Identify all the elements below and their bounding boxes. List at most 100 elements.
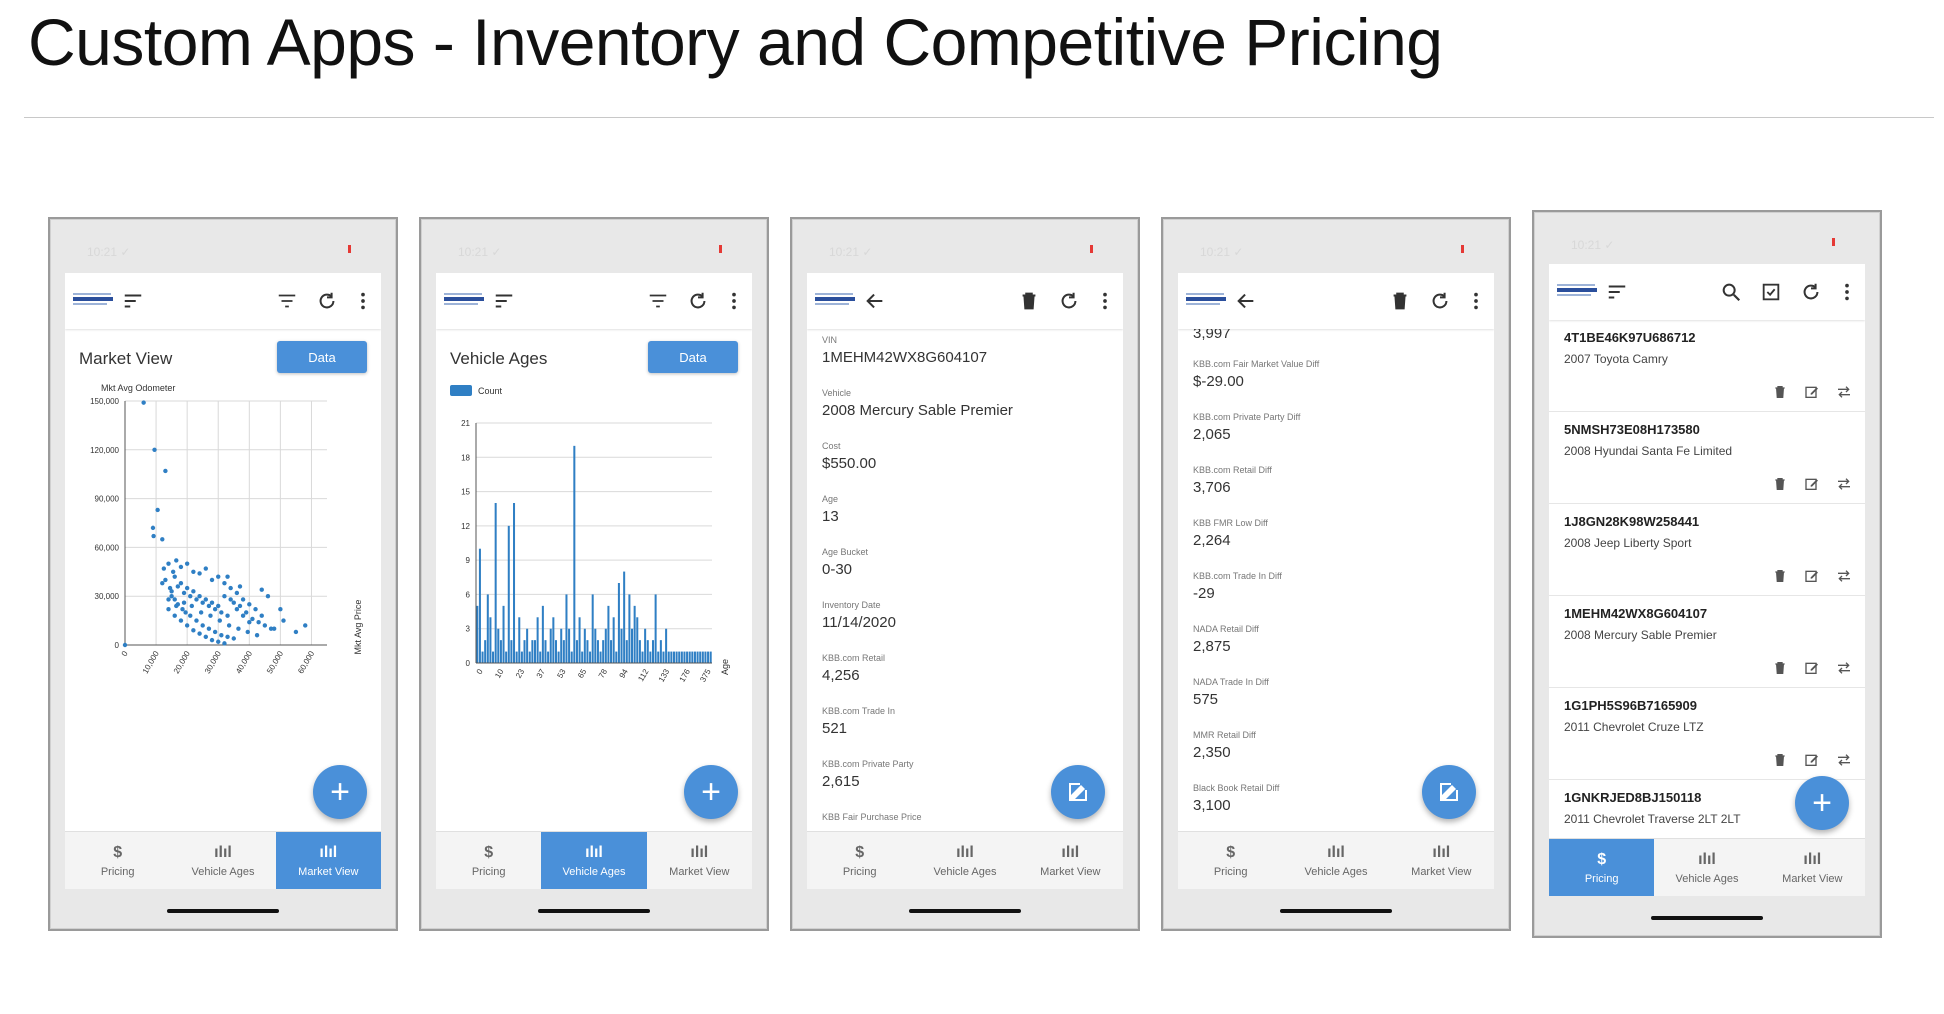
edit-icon[interactable] (1803, 383, 1821, 401)
more-icon[interactable] (1835, 280, 1859, 304)
top-partial-value: 3,997 (1193, 329, 1231, 342)
add-fab[interactable]: + (684, 765, 738, 819)
nav-market-view[interactable]: ılıl Market View (1018, 832, 1123, 889)
refresh-icon[interactable] (686, 289, 710, 313)
swap-icon[interactable] (1835, 567, 1853, 585)
list-item[interactable]: 4T1BE46K97U686712 2007 Toyota Camry (1549, 320, 1865, 412)
vin: 1J8GN28K98W258441 (1564, 514, 1700, 529)
bar (565, 594, 568, 663)
filter-icon[interactable] (275, 289, 299, 313)
nav-market-view[interactable]: ılıl Market View (1389, 832, 1494, 889)
list-item[interactable]: 1MEHM42WX8G604107 2008 Mercury Sable Prem… (1549, 596, 1865, 688)
delete-icon[interactable] (1771, 383, 1789, 401)
x-tick-label: 40,000 (234, 649, 254, 675)
refresh-icon[interactable] (1799, 280, 1823, 304)
nav-pricing[interactable]: $ Pricing (1178, 832, 1283, 889)
scatter-point (197, 571, 202, 576)
data-button[interactable]: Data (648, 341, 738, 373)
nav-vehicle-ages[interactable]: ılıl Vehicle Ages (912, 832, 1017, 889)
list-item[interactable]: 5NMSH73E08H173580 2008 Hyundai Santa Fe L… (1549, 412, 1865, 504)
bar (612, 617, 615, 663)
bar (654, 594, 657, 663)
nav-vehicle-ages[interactable]: ılıl Vehicle Ages (170, 832, 275, 889)
delete-icon[interactable] (1771, 659, 1789, 677)
refresh-icon[interactable] (1057, 289, 1081, 313)
scatter-point (178, 580, 184, 586)
more-icon[interactable] (722, 289, 746, 313)
edit-fab[interactable] (1051, 765, 1105, 819)
bar (680, 651, 683, 663)
field-label: KBB.com Retail Diff (1193, 465, 1272, 475)
field-label: KBB FMR Low Diff (1193, 518, 1268, 528)
nav-vehicle-ages[interactable]: ılıl Vehicle Ages (541, 832, 647, 889)
bar (520, 651, 523, 663)
bar (686, 651, 689, 663)
swap-icon[interactable] (1835, 751, 1853, 769)
bar (502, 605, 505, 663)
sort-icon[interactable] (121, 289, 145, 313)
edit-icon[interactable] (1803, 475, 1821, 493)
battery-icon (348, 245, 351, 253)
add-fab[interactable]: + (313, 765, 367, 819)
back-arrow-icon[interactable] (1234, 289, 1258, 313)
nav-vehicle-ages[interactable]: ılıl Vehicle Ages (1283, 832, 1388, 889)
edit-icon[interactable] (1803, 659, 1821, 677)
content: 3,997 KBB.com Fair Market Value Diff $-29… (1178, 329, 1494, 831)
scatter-point (203, 566, 208, 571)
y-tick-label: 0 (115, 641, 120, 650)
delete-icon[interactable] (1771, 751, 1789, 769)
nav-market-view[interactable]: ılıl Market View (647, 832, 752, 889)
back-arrow-icon[interactable] (863, 289, 887, 313)
swap-icon[interactable] (1835, 383, 1853, 401)
screen: 3,997 KBB.com Fair Market Value Diff $-29… (1178, 273, 1494, 889)
edit-icon (1069, 783, 1087, 801)
bar (696, 651, 699, 663)
edit-icon[interactable] (1803, 751, 1821, 769)
sort-icon[interactable] (1605, 280, 1629, 304)
swap-icon[interactable] (1835, 475, 1853, 493)
detail-field: Age 13 (822, 494, 1113, 547)
sort-icon[interactable] (492, 289, 516, 313)
refresh-icon[interactable] (1428, 289, 1452, 313)
checkbox-icon[interactable] (1759, 280, 1783, 304)
scatter-point (234, 590, 240, 596)
list-item[interactable]: 1G1PH5S96B7165909 2011 Chevrolet Cruze LT… (1549, 688, 1865, 780)
scatter-point (174, 558, 179, 563)
bar (484, 640, 487, 663)
scatter-point (259, 587, 264, 592)
nav-label: Vehicle Ages (1675, 872, 1739, 885)
swap-icon[interactable] (1835, 659, 1853, 677)
edit-icon[interactable] (1803, 567, 1821, 585)
dollar-icon: $ (1597, 850, 1607, 868)
delete-icon[interactable] (1388, 289, 1412, 313)
list-item[interactable]: 1J8GN28K98W258441 2008 Jeep Liberty Sport (1549, 504, 1865, 596)
delete-icon[interactable] (1771, 567, 1789, 585)
delete-icon[interactable] (1771, 475, 1789, 493)
nav-pricing[interactable]: $ Pricing (65, 832, 170, 889)
scatter-point (188, 613, 193, 618)
refresh-icon[interactable] (315, 289, 339, 313)
nav-market-view[interactable]: ılıl Market View (1760, 839, 1865, 896)
scatter-point (216, 574, 221, 579)
scatter-point (212, 629, 218, 635)
field-value: 521 (822, 720, 848, 737)
nav-market-view[interactable]: ılıl Market View (275, 832, 381, 889)
search-icon[interactable] (1719, 280, 1743, 304)
nav-pricing[interactable]: $ Pricing (807, 832, 912, 889)
more-icon[interactable] (1464, 289, 1488, 313)
scatter-point (184, 585, 190, 591)
delete-icon[interactable] (1017, 289, 1041, 313)
nav-pricing[interactable]: $ Pricing (436, 832, 541, 889)
bar (620, 628, 623, 663)
field-label: KBB.com Retail (822, 653, 886, 663)
nav-pricing[interactable]: $ Pricing (1549, 839, 1655, 896)
data-button[interactable]: Data (277, 341, 367, 373)
bar (554, 640, 557, 663)
add-fab[interactable]: + (1795, 776, 1849, 830)
bar (486, 594, 489, 663)
more-icon[interactable] (1093, 289, 1117, 313)
nav-vehicle-ages[interactable]: ılıl Vehicle Ages (1654, 839, 1759, 896)
more-icon[interactable] (351, 289, 375, 313)
filter-icon[interactable] (646, 289, 670, 313)
edit-fab[interactable] (1422, 765, 1476, 819)
